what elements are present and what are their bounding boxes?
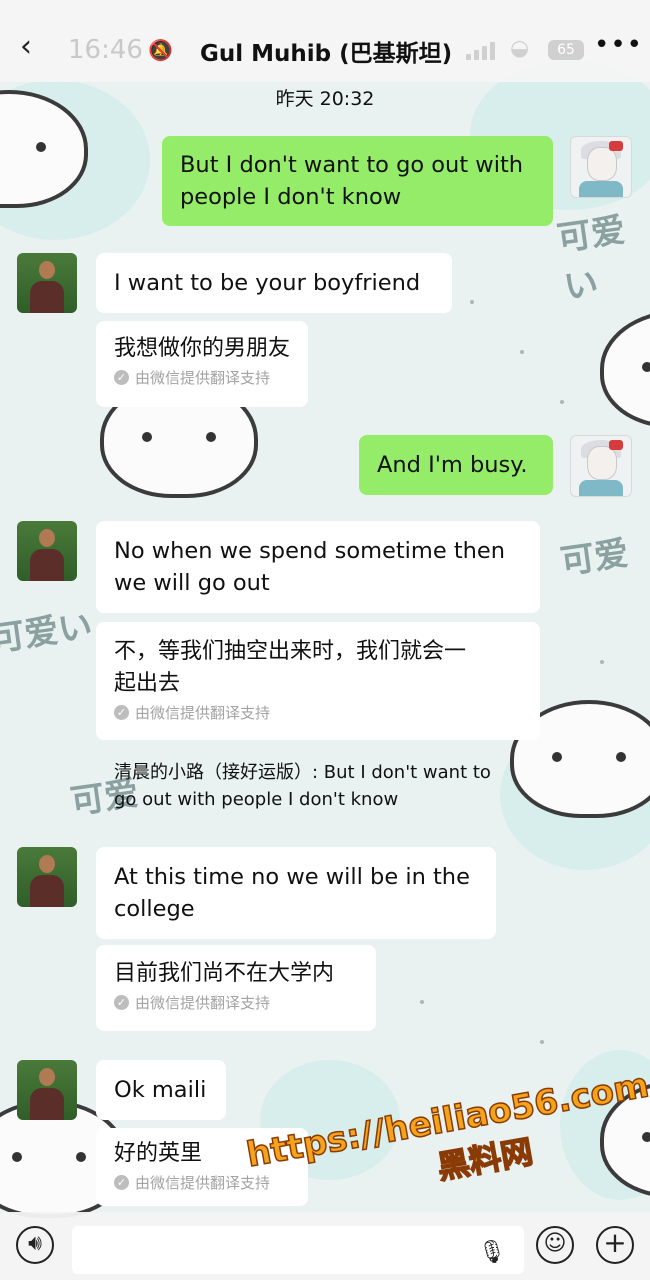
back-icon[interactable]: ‹ [20,32,32,62]
translation-text: 不，等我们抽空出来时，我们就会一 起出去 [114,639,467,696]
my-avatar[interactable] [570,136,632,198]
wallpaper-text: 可爱い [554,210,628,308]
translation-credit: ✓ 由微信提供翻译支持 [114,702,522,723]
contact-avatar[interactable] [17,253,77,313]
contact-avatar[interactable] [17,521,77,581]
my-avatar[interactable] [570,435,632,497]
wallpaper-dot [520,350,524,354]
contact-avatar[interactable] [17,847,77,907]
wallpaper-dot [540,1040,544,1044]
credit-label: 由微信提供翻译支持 [135,704,271,722]
credit-label: 由微信提供翻译支持 [135,369,271,387]
message-input[interactable] [72,1226,524,1274]
translation-credit: ✓ 由微信提供翻译支持 [114,367,290,388]
check-icon: ✓ [114,1175,129,1190]
translation-bubble[interactable]: 我想做你的男朋友 ✓ 由微信提供翻译支持 [96,321,308,407]
signal-icon [466,40,496,60]
translation-bubble[interactable]: 不，等我们抽空出来时，我们就会一 起出去 ✓ 由微信提供翻译支持 [96,622,540,740]
wallpaper-text: 可爱い [0,606,95,660]
input-bar: 🔊︎ 🎙︎ ☺ + [0,1212,650,1280]
translation-credit: ✓ 由微信提供翻译支持 [114,992,358,1013]
battery-icon: 65 [548,40,584,60]
message-timestamp: 昨天 20:32 [275,88,375,110]
chat-title: Gul Muhib (巴基斯坦) [200,41,453,67]
wallpaper-dot [470,300,474,304]
quoted-message[interactable]: 清晨的小路（接好运版）: But I don't want to go out … [114,759,544,813]
received-message-bubble[interactable]: Ok maili [96,1060,226,1120]
translation-bubble[interactable]: 目前我们尚不在大学内 ✓ 由微信提供翻译支持 [96,945,376,1031]
check-icon: ✓ [114,370,129,385]
mic-icon[interactable]: 🎙︎ [478,1240,506,1265]
more-icon[interactable]: ••• [594,30,643,60]
translation-text: 我想做你的男朋友 [114,336,291,361]
received-message-bubble[interactable]: I want to be your boyfriend [96,253,452,313]
plus-icon[interactable]: + [596,1226,634,1264]
wallpaper-dot [600,660,604,664]
contact-avatar[interactable] [17,1060,77,1120]
received-message-bubble[interactable]: At this time no we will be in the colleg… [96,847,496,939]
voice-icon[interactable]: 🔊︎ [16,1226,54,1264]
mute-bell-icon: 🔕 [148,38,173,62]
credit-label: 由微信提供翻译支持 [135,994,271,1012]
check-icon: ✓ [114,705,129,720]
sent-message-bubble[interactable]: And I'm busy. [359,435,553,495]
wifi-icon: ◒ [510,36,530,61]
sent-message-bubble[interactable]: But I don't want to go out with people I… [162,136,553,226]
wallpaper-kitty [600,310,650,428]
wallpaper-text: 可爱 [558,533,631,583]
chat-header: ‹ 16:46 🔕 Gul Muhib (巴基斯坦) ◒ 65 ••• [0,0,650,82]
wallpaper-dot [560,400,564,404]
status-time: 16:46 [68,35,143,65]
check-icon: ✓ [114,995,129,1010]
emoji-icon[interactable]: ☺ [536,1226,574,1264]
received-message-bubble[interactable]: No when we spend sometime then we will g… [96,521,540,613]
translation-text: 目前我们尚不在大学内 [114,961,335,986]
wallpaper-dot [420,1000,424,1004]
